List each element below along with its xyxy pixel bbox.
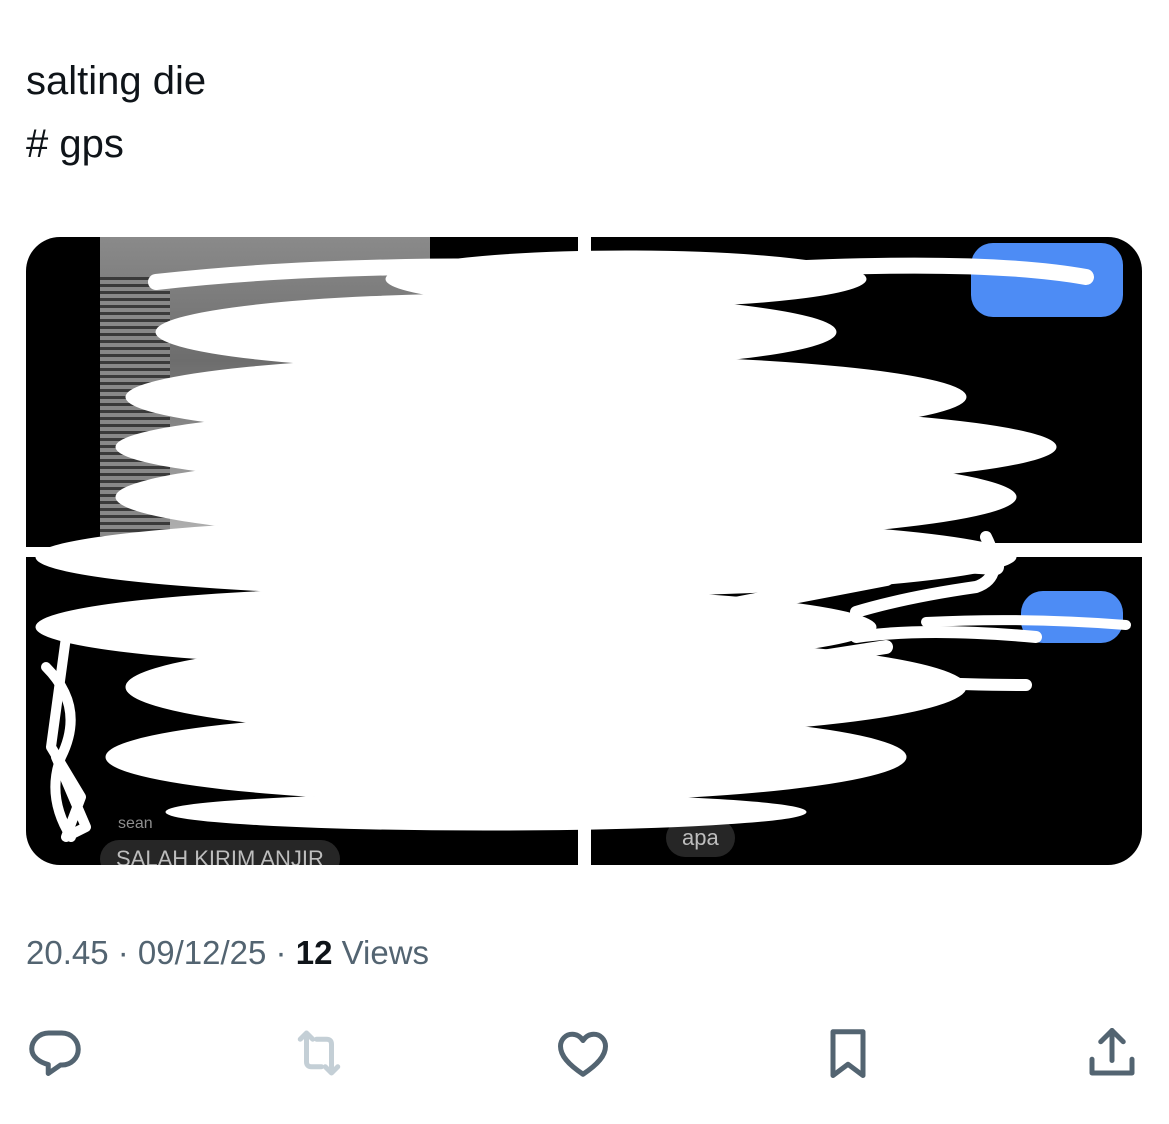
- tweet-text-line-2[interactable]: # gps: [26, 113, 206, 176]
- scribble-redaction: [35, 250, 1131, 842]
- bookmark-button[interactable]: [815, 1020, 881, 1086]
- share-icon: [1089, 1028, 1135, 1076]
- reply-button[interactable]: [22, 1020, 88, 1086]
- reply-icon: [29, 1030, 81, 1076]
- retweet-button[interactable]: [286, 1020, 352, 1086]
- retweet-icon: [297, 1030, 341, 1076]
- tweet-date[interactable]: 09/12/25: [138, 934, 266, 971]
- bookmark-icon: [830, 1029, 866, 1078]
- meta-separator: ·: [108, 934, 138, 971]
- tweet-meta: 20.45 · 09/12/25 · 12 Views: [26, 934, 429, 972]
- tweet-text-line-1: salting die: [26, 59, 207, 103]
- meta-separator: ·: [266, 934, 296, 971]
- like-button[interactable]: [550, 1020, 616, 1086]
- tweet-text: salting die # gps: [26, 50, 206, 176]
- view-count: 12: [295, 934, 333, 971]
- views-label: Views: [332, 934, 430, 971]
- action-bar: [0, 1020, 1169, 1090]
- media-grid[interactable]: sean SALAH KIRIM ANJIR sean apa: [26, 237, 1142, 865]
- heart-icon: [558, 1031, 608, 1077]
- tweet-time[interactable]: 20.45: [26, 934, 109, 971]
- share-button[interactable]: [1079, 1020, 1145, 1086]
